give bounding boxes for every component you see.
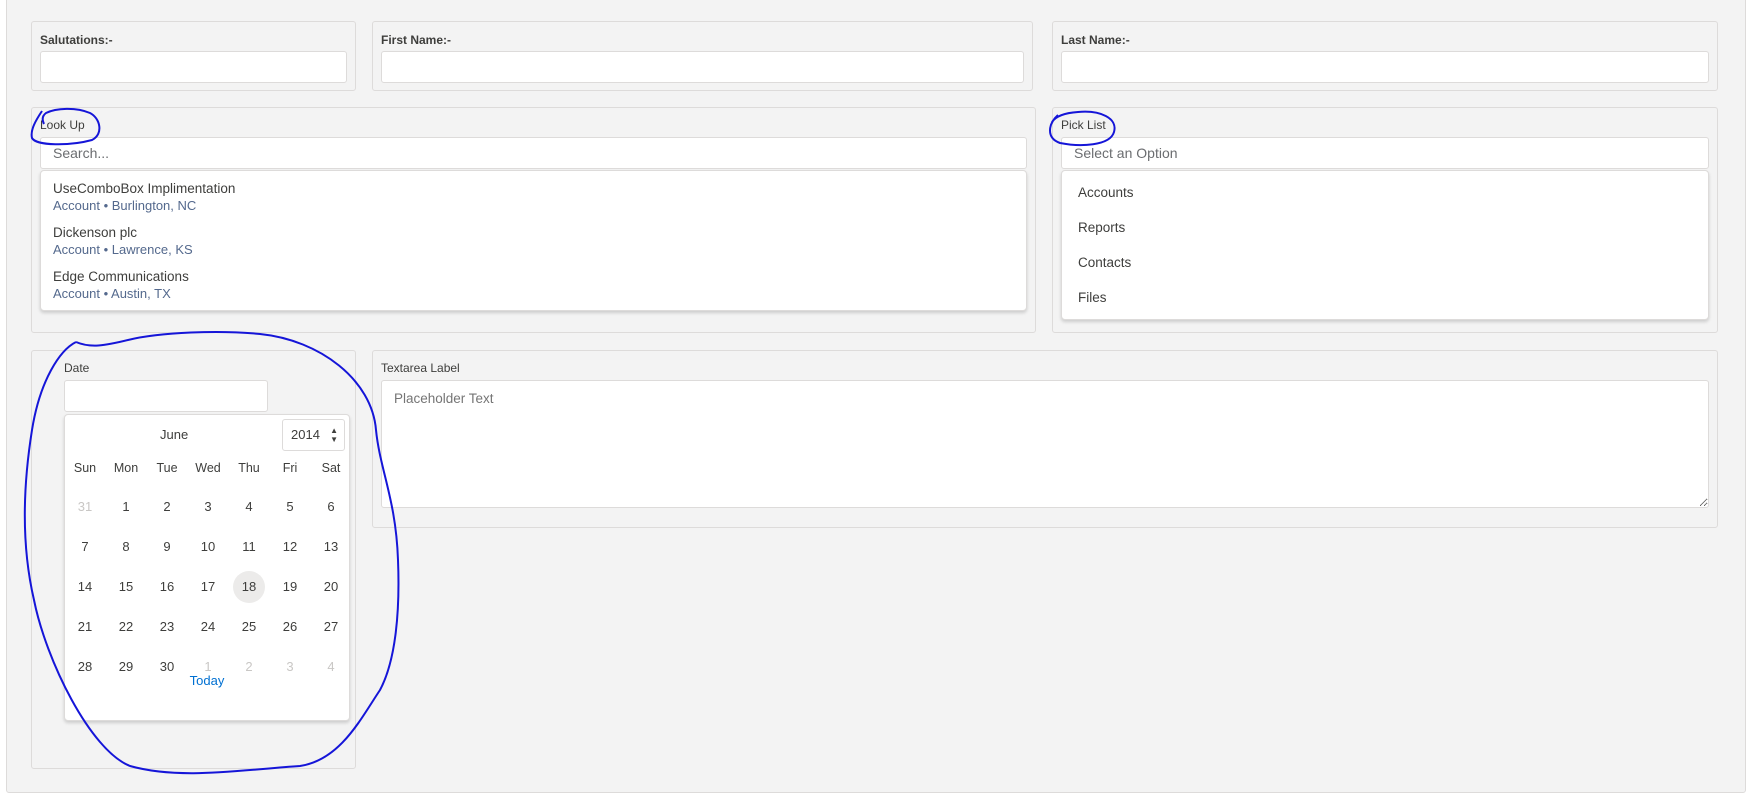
calendar-day[interactable]: 4 <box>233 491 265 523</box>
spinner-icon[interactable]: ▲ ▼ <box>330 426 338 444</box>
weekday-header: Thu <box>238 461 260 475</box>
last-name-label: Last Name:- <box>1061 33 1130 47</box>
picklist-label: Pick List <box>1061 118 1106 132</box>
picklist-option[interactable]: Accounts <box>1078 185 1134 200</box>
textarea-input[interactable] <box>381 380 1709 508</box>
picklist-option[interactable]: Files <box>1078 290 1107 305</box>
lookup-search-input[interactable]: Search... <box>40 137 1027 169</box>
first-name-label: First Name:- <box>381 33 452 47</box>
picklist-card: Pick List Select an Option Accounts Repo… <box>1052 107 1718 333</box>
calendar-day[interactable]: 3 <box>192 491 224 523</box>
textarea-label: Textarea Label <box>381 361 460 375</box>
calendar-day[interactable]: 16 <box>151 571 183 603</box>
lookup-option-title: Dickenson plc <box>53 225 138 240</box>
picklist-option[interactable]: Contacts <box>1078 255 1131 270</box>
calendar-day[interactable]: 31 <box>69 491 101 523</box>
calendar-day[interactable]: 9 <box>151 531 183 563</box>
first-name-card: First Name:- <box>372 21 1033 91</box>
calendar-day[interactable]: 21 <box>69 611 101 643</box>
salutations-input[interactable] <box>40 51 347 83</box>
lookup-label: Look Up <box>40 118 85 132</box>
picklist-option[interactable]: Reports <box>1078 220 1125 235</box>
calendar-day[interactable]: 6 <box>315 491 347 523</box>
calendar-day[interactable]: 8 <box>110 531 142 563</box>
calendar-day[interactable]: 5 <box>274 491 306 523</box>
calendar-day[interactable]: 15 <box>110 571 142 603</box>
calendar-day[interactable]: 1 <box>110 491 142 523</box>
datepicker-calendar: June 2014 ▲ ▼ Sun Mon Tue Wed Thu Fri Sat 31 1 2 3 4… <box>64 414 350 721</box>
lookup-option-title: UseComboBox Implimentation <box>53 181 236 196</box>
calendar-day[interactable]: 25 <box>233 611 265 643</box>
picklist-combobox[interactable]: Select an Option <box>1061 137 1709 169</box>
calendar-day[interactable]: 17 <box>192 571 224 603</box>
calendar-day[interactable]: 26 <box>274 611 306 643</box>
weekday-header: Sat <box>321 461 341 475</box>
calendar-day[interactable]: 14 <box>69 571 101 603</box>
lookup-option-title: Edge Communications <box>53 269 189 284</box>
picklist-dropdown: Accounts Reports Contacts Files <box>1061 170 1709 320</box>
calendar-day[interactable]: 7 <box>69 531 101 563</box>
calendar-day[interactable]: 12 <box>274 531 306 563</box>
weekday-header: Mon <box>113 461 139 475</box>
weekday-header: Tue <box>156 461 178 475</box>
salutations-label: Salutations:- <box>40 33 113 47</box>
calendar-day[interactable]: 11 <box>233 531 265 563</box>
calendar-day[interactable]: 13 <box>315 531 347 563</box>
calendar-month: June <box>160 427 189 442</box>
calendar-day[interactable]: 23 <box>151 611 183 643</box>
date-card: Date June 2014 ▲ ▼ Sun Mon Tue Wed Thu Fri Sat 3… <box>31 350 356 769</box>
calendar-day[interactable]: 20 <box>315 571 347 603</box>
textarea-card: Textarea Label <box>372 350 1718 528</box>
calendar-day[interactable]: 10 <box>192 531 224 563</box>
calendar-day[interactable]: 2 <box>151 491 183 523</box>
calendar-day[interactable]: 24 <box>192 611 224 643</box>
calendar-day[interactable]: 27 <box>315 611 347 643</box>
lookup-option-subtitle: Account • Burlington, NC <box>53 198 197 213</box>
year-value: 2014 <box>291 427 320 442</box>
salutations-card: Salutations:- <box>31 21 356 91</box>
today-link[interactable]: Today <box>65 673 349 688</box>
lookup-card: Look Up Search... UseComboBox Implimenta… <box>31 107 1036 333</box>
lookup-dropdown: UseComboBox Implimentation Account • Bur… <box>40 170 1027 311</box>
weekday-header: Sun <box>73 461 97 475</box>
date-input[interactable] <box>64 380 268 412</box>
last-name-card: Last Name:- <box>1052 21 1718 91</box>
last-name-input[interactable] <box>1061 51 1709 83</box>
lookup-option-subtitle: Account • Austin, TX <box>53 286 171 301</box>
year-select[interactable]: 2014 ▲ ▼ <box>282 419 345 451</box>
date-label: Date <box>64 361 90 375</box>
lookup-option-subtitle: Account • Lawrence, KS <box>53 242 193 257</box>
first-name-input[interactable] <box>381 51 1024 83</box>
weekday-header: Wed <box>195 461 221 475</box>
calendar-day[interactable]: 18 <box>233 571 265 603</box>
calendar-day[interactable]: 19 <box>274 571 306 603</box>
calendar-day[interactable]: 22 <box>110 611 142 643</box>
weekday-header: Fri <box>282 461 298 475</box>
